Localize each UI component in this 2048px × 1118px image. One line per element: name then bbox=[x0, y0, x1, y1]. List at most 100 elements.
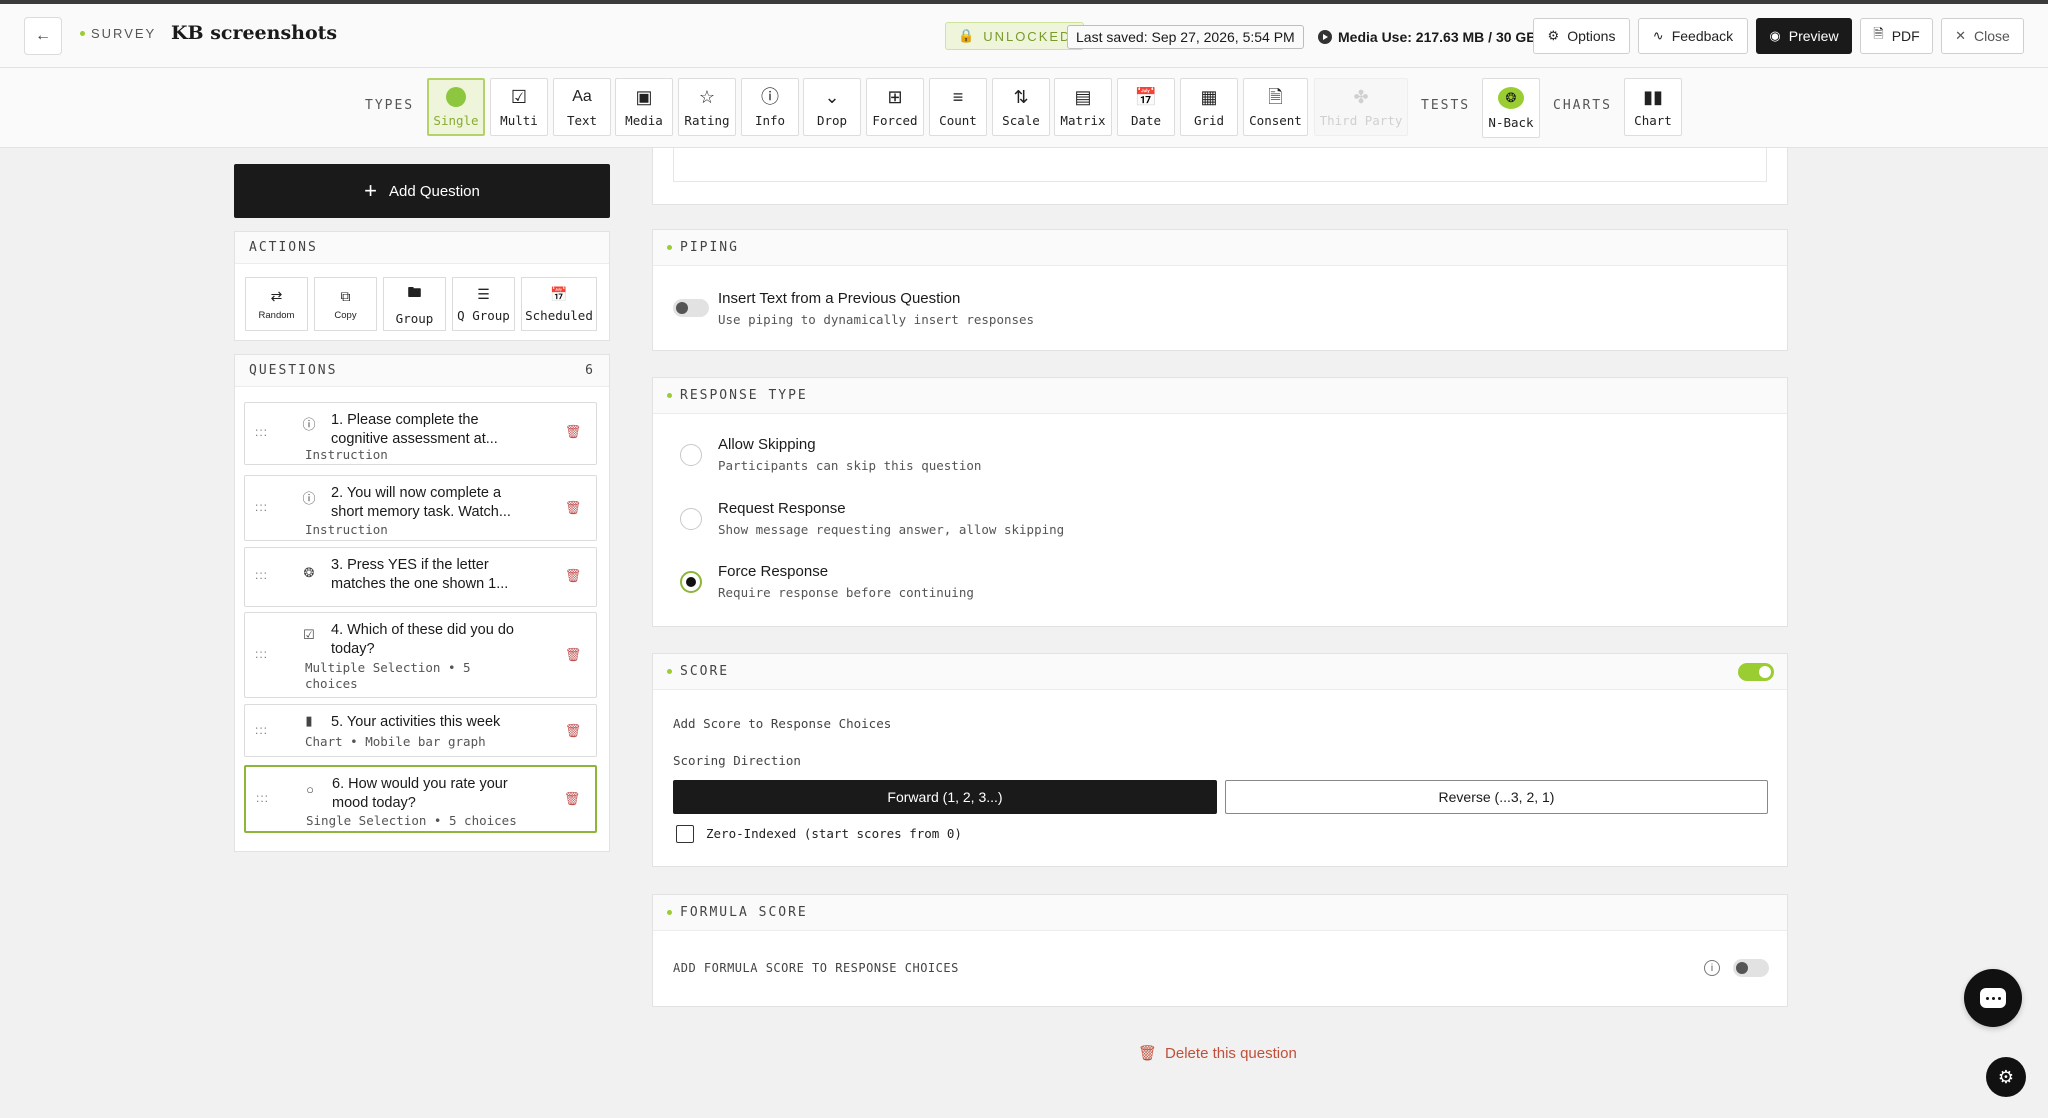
group-action-button[interactable]: 🖿 Group bbox=[383, 277, 446, 331]
drag-handle-icon[interactable]: ::: bbox=[255, 647, 268, 661]
pdf-button[interactable]: 🗎 PDF bbox=[1860, 18, 1933, 54]
chart-button[interactable]: ▮▮ Chart bbox=[1624, 78, 1682, 136]
type-info-button[interactable]: ⓘ Info bbox=[741, 78, 799, 136]
type-label: Count bbox=[939, 112, 977, 128]
close-icon: ✕ bbox=[1955, 28, 1967, 43]
table-icon: ▤ bbox=[1074, 86, 1092, 107]
type-grid-button[interactable]: ▦ Grid bbox=[1180, 78, 1238, 136]
info-icon: ⓘ bbox=[302, 416, 316, 432]
type-label: Drop bbox=[816, 112, 848, 128]
drag-handle-icon[interactable]: ::: bbox=[255, 568, 268, 582]
section-dot bbox=[667, 393, 672, 398]
type-consent-button[interactable]: 🗎 Consent bbox=[1243, 78, 1308, 136]
force-response-radio[interactable] bbox=[680, 571, 702, 593]
question-item[interactable]: ::: ⓘ 1. Please complete the cognitive a… bbox=[244, 402, 597, 465]
trash-icon[interactable]: 🗑 bbox=[565, 424, 582, 440]
type-rating-button[interactable]: ☆ Rating bbox=[678, 78, 736, 136]
checkbox-icon: ☑ bbox=[510, 86, 528, 107]
checkbox-icon: ☑ bbox=[303, 627, 315, 642]
score-toggle[interactable] bbox=[1738, 663, 1774, 681]
bar-chart-icon: ▮ bbox=[305, 713, 313, 728]
question-item[interactable]: ::: ☑ 4. Which of these did you do today… bbox=[244, 612, 597, 698]
zero-indexed-checkbox[interactable] bbox=[676, 825, 694, 843]
type-text-button[interactable]: Aa Text bbox=[553, 78, 611, 136]
drag-handle-icon[interactable]: ::: bbox=[255, 425, 268, 439]
formula-score-toggle[interactable] bbox=[1733, 959, 1769, 977]
info-icon[interactable]: i bbox=[1704, 960, 1720, 976]
trash-icon[interactable]: 🗑 bbox=[565, 647, 582, 663]
type-label: Third Party bbox=[1319, 112, 1403, 128]
trash-icon[interactable]: 🗑 bbox=[565, 723, 582, 739]
request-response-radio[interactable] bbox=[680, 508, 702, 530]
trash-icon[interactable]: 🗑 bbox=[565, 500, 582, 516]
type-media-button[interactable]: ▣ Media bbox=[615, 78, 673, 136]
question-type: Chart • Mobile bar graph bbox=[305, 734, 486, 749]
random-action-button[interactable]: ⇄ Random bbox=[245, 277, 308, 331]
question-item[interactable]: ::: ▮ 5. Your activities this week Chart… bbox=[244, 704, 597, 757]
options-button[interactable]: ⚙ Options bbox=[1533, 18, 1630, 54]
type-forced-button[interactable]: ⊞ Forced bbox=[866, 78, 924, 136]
type-matrix-button[interactable]: ▤ Matrix bbox=[1054, 78, 1112, 136]
copy-icon: ⧉ bbox=[340, 287, 351, 304]
formula-score-label: ADD FORMULA SCORE TO RESPONSE CHOICES bbox=[673, 961, 959, 975]
type-single-button[interactable]: Single bbox=[427, 78, 485, 136]
scheduled-action-button[interactable]: 📅 Scheduled bbox=[521, 277, 597, 331]
type-label: Matrix bbox=[1060, 112, 1106, 128]
feedback-button[interactable]: ∿ Feedback bbox=[1638, 18, 1748, 54]
trash-icon: 🗑 bbox=[1138, 1045, 1158, 1062]
piping-header: PIPING bbox=[653, 230, 1787, 266]
question-item[interactable]: ::: ⓘ 2. You will now complete a short m… bbox=[244, 475, 597, 541]
folder-icon: 🖿 bbox=[407, 284, 422, 300]
grid-table-icon: ▦ bbox=[1200, 86, 1218, 107]
options-label: Options bbox=[1567, 28, 1616, 44]
option-title: Request Response bbox=[718, 500, 846, 517]
preview-button[interactable]: ◉ Preview bbox=[1756, 18, 1852, 54]
type-scale-button[interactable]: ⇅ Scale bbox=[992, 78, 1050, 136]
trash-icon[interactable]: 🗑 bbox=[564, 791, 581, 807]
shuffle-icon: ⇄ bbox=[270, 287, 283, 304]
pdf-label: PDF bbox=[1891, 28, 1920, 44]
q-group-action-button[interactable]: ☰ Q Group bbox=[452, 277, 515, 331]
scoring-direction-label: Scoring Direction bbox=[673, 753, 801, 768]
response-type-header: RESPONSE TYPE bbox=[653, 378, 1787, 414]
type-multi-button[interactable]: ☑ Multi bbox=[490, 78, 548, 136]
type-drop-button[interactable]: ⌄ Drop bbox=[803, 78, 861, 136]
grid-icon: ⊞ bbox=[887, 86, 903, 107]
back-button[interactable]: ← bbox=[24, 17, 62, 55]
info-icon: ⓘ bbox=[761, 86, 779, 107]
type-label: Grid bbox=[1193, 112, 1225, 128]
app-header: ← SURVEY KB screenshots 🔒 UNLOCKED Last s… bbox=[0, 4, 2048, 68]
type-date-button[interactable]: 📅 Date bbox=[1117, 78, 1175, 136]
question-item-selected[interactable]: ::: ○ 6. How would you rate your mood to… bbox=[244, 765, 597, 833]
lock-icon: 🔒 bbox=[958, 28, 977, 43]
survey-tag-label: SURVEY bbox=[91, 26, 157, 41]
drag-handle-icon[interactable]: ::: bbox=[256, 791, 269, 805]
piping-toggle[interactable] bbox=[673, 299, 709, 317]
test-n-back-button[interactable]: ❂ N-Back bbox=[1482, 78, 1540, 138]
settings-button[interactable]: ⚙ bbox=[1986, 1057, 2026, 1097]
calendar-icon: 📅 bbox=[1134, 86, 1158, 107]
play-icon bbox=[1318, 30, 1332, 44]
reverse-scoring-button[interactable]: Reverse (...3, 2, 1) bbox=[1225, 780, 1768, 814]
actions-header: ACTIONS bbox=[235, 232, 609, 264]
question-type: Instruction bbox=[305, 522, 388, 537]
copy-action-button[interactable]: ⧉ Copy bbox=[314, 277, 377, 331]
forward-scoring-button[interactable]: Forward (1, 2, 3...) bbox=[673, 780, 1217, 814]
type-label: Single bbox=[433, 112, 479, 128]
option-desc: Require response before continuing bbox=[718, 585, 974, 600]
close-button[interactable]: ✕ Close bbox=[1941, 18, 2024, 54]
trash-icon[interactable]: 🗑 bbox=[565, 568, 582, 584]
delete-question-button[interactable]: 🗑 Delete this question bbox=[1138, 1044, 1297, 1063]
score-title: SCORE bbox=[680, 664, 730, 679]
drag-handle-icon[interactable]: ::: bbox=[255, 500, 268, 514]
add-question-button[interactable]: + Add Question bbox=[234, 164, 610, 218]
type-count-button[interactable]: ≡ Count bbox=[929, 78, 987, 136]
allow-skipping-radio[interactable] bbox=[680, 444, 702, 466]
drag-handle-icon[interactable]: ::: bbox=[255, 723, 268, 737]
question-type-toolbar: TYPES Single ☑ Multi Aa Text ▣ Media ☆ R… bbox=[0, 68, 2048, 148]
chat-button[interactable] bbox=[1964, 969, 2022, 1027]
tests-label: TESTS bbox=[1421, 98, 1471, 113]
question-item[interactable]: ::: ❂ 3. Press YES if the letter matches… bbox=[244, 547, 597, 607]
charts-label: CHARTS bbox=[1553, 98, 1612, 113]
gear-icon: ⚙ bbox=[1997, 1066, 2015, 1087]
